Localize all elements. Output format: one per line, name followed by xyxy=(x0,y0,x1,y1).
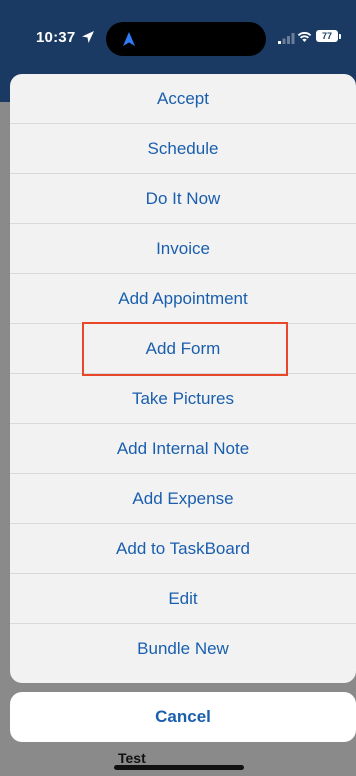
take-pictures-button[interactable]: Take Pictures xyxy=(10,374,356,424)
status-time: 10:37 xyxy=(36,29,76,46)
home-indicator xyxy=(114,765,244,770)
bundle-new-button[interactable]: Bundle New xyxy=(10,624,356,674)
battery-tip xyxy=(339,34,341,39)
schedule-button[interactable]: Schedule xyxy=(10,124,356,174)
do-it-now-button[interactable]: Do It Now xyxy=(10,174,356,224)
location-arrow-icon xyxy=(82,31,94,43)
add-form-button[interactable]: Add Form xyxy=(10,324,356,374)
add-appointment-button[interactable]: Add Appointment xyxy=(10,274,356,324)
add-to-taskboard-button[interactable]: Add to TaskBoard xyxy=(10,524,356,574)
background-item-text: Test xyxy=(118,750,146,766)
signal-icon xyxy=(278,33,295,44)
add-expense-button[interactable]: Add Expense xyxy=(10,474,356,524)
add-internal-note-button[interactable]: Add Internal Note xyxy=(10,424,356,474)
dynamic-island xyxy=(106,22,266,56)
wifi-icon xyxy=(297,32,312,42)
invoice-button[interactable]: Invoice xyxy=(10,224,356,274)
cancel-button[interactable]: Cancel xyxy=(10,692,356,742)
navigation-arrow-icon xyxy=(123,32,135,46)
action-sheet: Accept Schedule Do It Now Invoice Add Ap… xyxy=(10,74,356,683)
battery-icon: 77 xyxy=(316,30,338,42)
edit-button[interactable]: Edit xyxy=(10,574,356,624)
accept-button[interactable]: Accept xyxy=(10,74,356,124)
